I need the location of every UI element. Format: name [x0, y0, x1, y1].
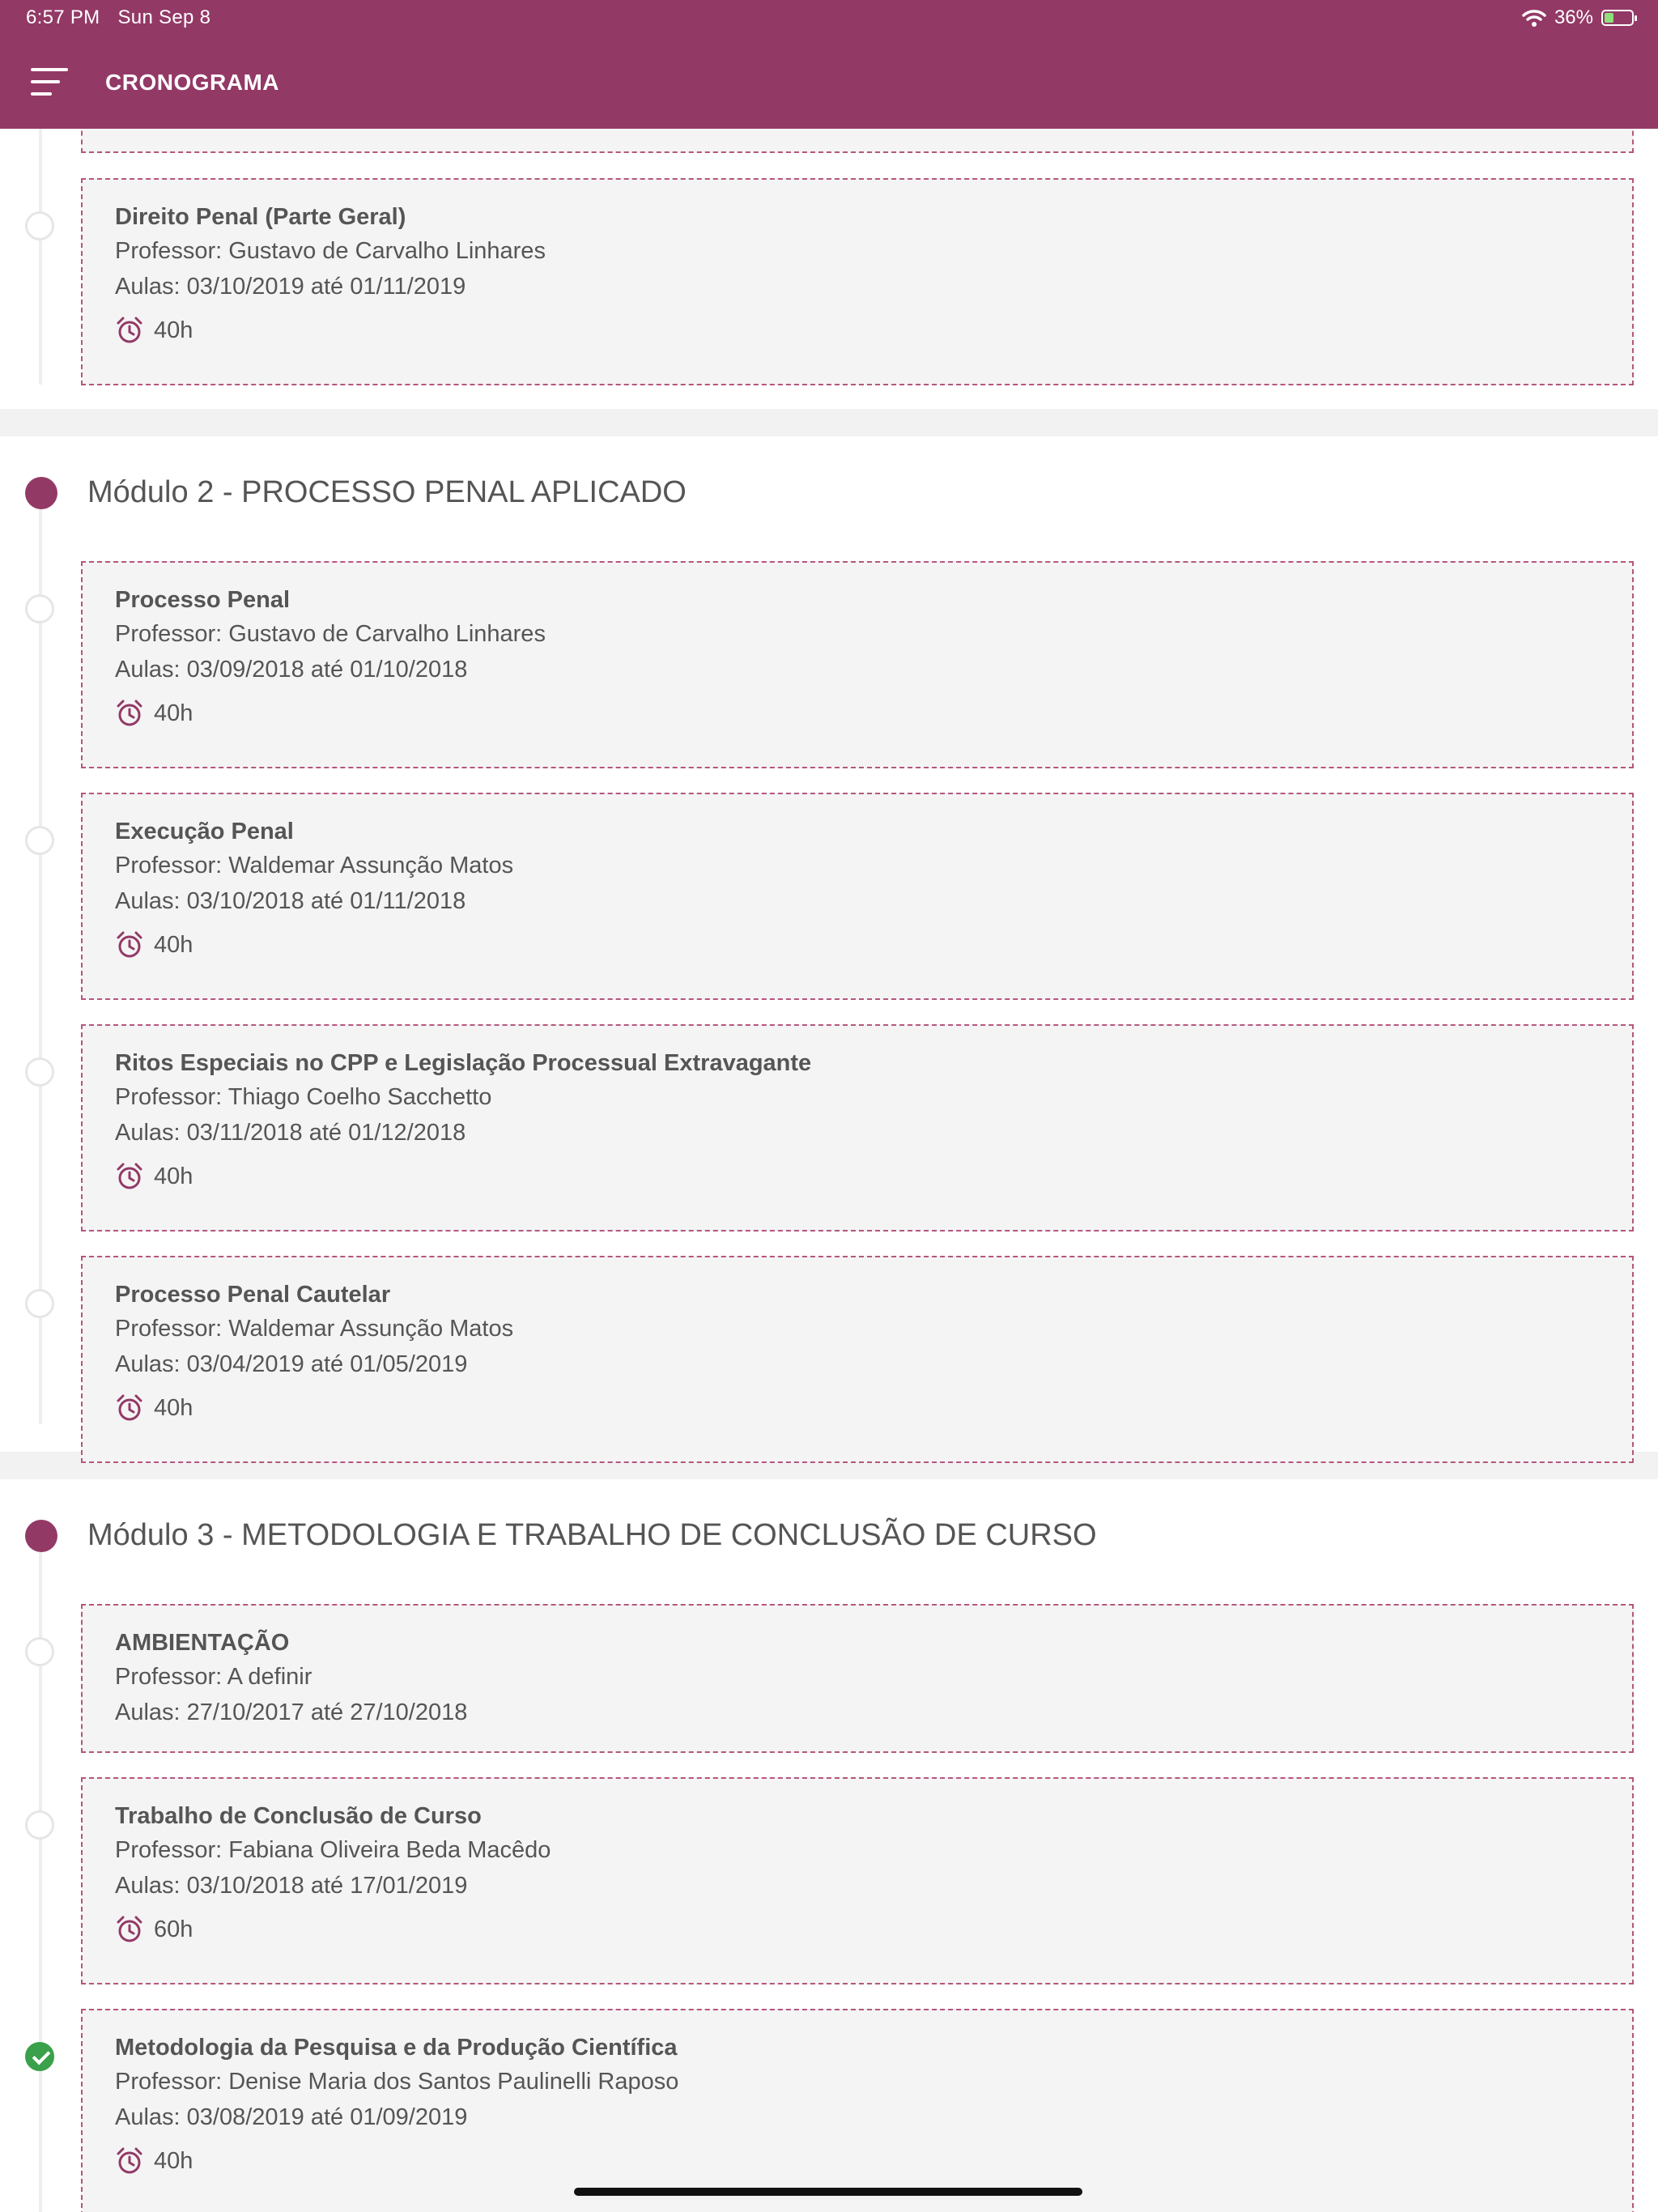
course-hours: 40h: [115, 697, 1600, 730]
alarm-clock-icon: [117, 700, 142, 726]
list-item[interactable]: AMBIENTAÇÃO Professor: A definir Aulas: …: [0, 1604, 1658, 1753]
course-card[interactable]: Direito Penal (Parte Geral) Professor: G…: [81, 178, 1634, 385]
home-indicator[interactable]: [574, 2188, 1082, 2196]
course-dates: Aulas: 03/08/2019 até 01/09/2019: [115, 2104, 468, 2130]
module-title: Módulo 2 - PROCESSO PENAL APLICADO: [87, 475, 687, 509]
module-2-section: Módulo 2 - PROCESSO PENAL APLICADO Proce…: [0, 436, 1658, 1463]
course-card[interactable]: Processo Penal Cautelar Professor: Walde…: [81, 1256, 1634, 1463]
course-title: AMBIENTAÇÃO: [115, 1630, 290, 1656]
course-dates: Aulas: 03/10/2018 até 01/11/2018: [115, 888, 466, 914]
status-circle-icon: [25, 1637, 54, 1666]
battery-icon: [1601, 10, 1637, 26]
course-card[interactable]: Processo Penal Professor: Gustavo de Car…: [81, 561, 1634, 768]
course-professor: Professor: Thiago Coelho Sacchetto: [115, 1084, 492, 1110]
list-item[interactable]: Processo Penal Cautelar Professor: Walde…: [0, 1256, 1658, 1463]
course-title: Processo Penal: [115, 587, 290, 613]
course-dates: Aulas: 03/04/2019 até 01/05/2019: [115, 1351, 468, 1377]
module-header[interactable]: Módulo 3 - METODOLOGIA E TRABALHO DE CON…: [0, 1479, 1658, 1573]
alarm-clock-icon: [117, 931, 142, 958]
course-dates: Aulas: 03/09/2018 até 01/10/2018: [115, 657, 468, 683]
schedule-list[interactable]: Direito Penal (Parte Geral) Professor: G…: [0, 129, 1658, 2212]
page-title: CRONOGRAMA: [105, 70, 279, 95]
course-professor: Professor: Waldemar Assunção Matos: [115, 1316, 514, 1342]
alarm-clock-icon: [117, 1163, 142, 1189]
list-item[interactable]: Execução Penal Professor: Waldemar Assun…: [0, 793, 1658, 1000]
course-hours: 40h: [115, 929, 1600, 961]
status-circle-icon: [25, 594, 54, 623]
course-card[interactable]: Ritos Especiais no CPP e Legislação Proc…: [81, 1024, 1634, 1231]
status-time: 6:57 PM: [26, 6, 100, 28]
course-hours: 40h: [115, 1392, 1600, 1424]
course-hours: 40h: [115, 314, 1600, 347]
list-item[interactable]: Metodologia da Pesquisa e da Produção Ci…: [0, 2009, 1658, 2212]
module-3-section: Módulo 3 - METODOLOGIA E TRABALHO DE CON…: [0, 1479, 1658, 2212]
alarm-clock-icon: [117, 1916, 142, 1942]
course-professor: Professor: Fabiana Oliveira Beda Macêdo: [115, 1837, 551, 1863]
course-hours: 60h: [115, 1913, 1600, 1946]
course-professor: Professor: Gustavo de Carvalho Linhares: [115, 621, 546, 647]
alarm-clock-icon: [117, 1394, 142, 1421]
list-item[interactable]: Ritos Especiais no CPP e Legislação Proc…: [0, 1024, 1658, 1231]
check-circle-icon: [25, 2042, 54, 2071]
status-circle-icon: [25, 211, 54, 240]
alarm-clock-icon: [117, 2147, 142, 2174]
course-professor: Professor: A definir: [115, 1664, 312, 1690]
course-card[interactable]: AMBIENTAÇÃO Professor: A definir Aulas: …: [81, 1604, 1634, 1753]
list-item[interactable]: Direito Penal (Parte Geral) Professor: G…: [0, 178, 1658, 385]
course-dates: Aulas: 03/10/2018 até 17/01/2019: [115, 1873, 468, 1899]
course-professor: Professor: Denise Maria dos Santos Pauli…: [115, 2069, 679, 2095]
wifi-icon: [1522, 10, 1546, 27]
status-circle-icon: [25, 826, 54, 855]
status-circle-icon: [25, 1810, 54, 1840]
top-app-bar: 6:57 PM Sun Sep 8 36% CRONOGRAMA: [0, 0, 1658, 129]
status-bar-left: 6:57 PM Sun Sep 8: [26, 6, 210, 29]
status-date: Sun Sep 8: [117, 6, 211, 28]
course-professor: Professor: Waldemar Assunção Matos: [115, 853, 514, 878]
section-divider: [0, 409, 1658, 436]
course-hours: 40h: [115, 1160, 1600, 1193]
alarm-clock-icon: [117, 317, 142, 343]
hamburger-menu-icon[interactable]: [31, 68, 70, 97]
course-title: Direito Penal (Parte Geral): [115, 204, 406, 230]
course-dates: Aulas: 03/10/2019 até 01/11/2019: [115, 274, 466, 300]
course-hours: 40h: [115, 2145, 1600, 2177]
status-circle-icon: [25, 1057, 54, 1087]
card-partial-top: [81, 129, 1634, 153]
course-title: Ritos Especiais no CPP e Legislação Proc…: [115, 1050, 812, 1076]
status-circle-icon: [25, 1289, 54, 1318]
course-card[interactable]: Metodologia da Pesquisa e da Produção Ci…: [81, 2009, 1634, 2212]
list-item[interactable]: Trabalho de Conclusão de Curso Professor…: [0, 1777, 1658, 1984]
course-professor: Professor: Gustavo de Carvalho Linhares: [115, 238, 546, 264]
list-item[interactable]: Processo Penal Professor: Gustavo de Car…: [0, 561, 1658, 768]
module-dot-icon: [25, 1520, 57, 1552]
module-title: Módulo 3 - METODOLOGIA E TRABALHO DE CON…: [87, 1518, 1097, 1552]
battery-percent: 36%: [1554, 6, 1593, 28]
course-card[interactable]: Execução Penal Professor: Waldemar Assun…: [81, 793, 1634, 1000]
module-header[interactable]: Módulo 2 - PROCESSO PENAL APLICADO: [0, 436, 1658, 530]
course-dates: Aulas: 03/11/2018 até 01/12/2018: [115, 1120, 466, 1146]
course-title: Trabalho de Conclusão de Curso: [115, 1803, 482, 1829]
course-card[interactable]: Trabalho de Conclusão de Curso Professor…: [81, 1777, 1634, 1984]
course-title: Execução Penal: [115, 819, 294, 844]
status-bar-right: 36%: [1522, 6, 1637, 29]
module-1-section: Direito Penal (Parte Geral) Professor: G…: [0, 129, 1658, 409]
module-dot-icon: [25, 477, 57, 509]
course-dates: Aulas: 27/10/2017 até 27/10/2018: [115, 1699, 468, 1725]
course-title: Metodologia da Pesquisa e da Produção Ci…: [115, 2035, 678, 2061]
course-title: Processo Penal Cautelar: [115, 1282, 391, 1308]
